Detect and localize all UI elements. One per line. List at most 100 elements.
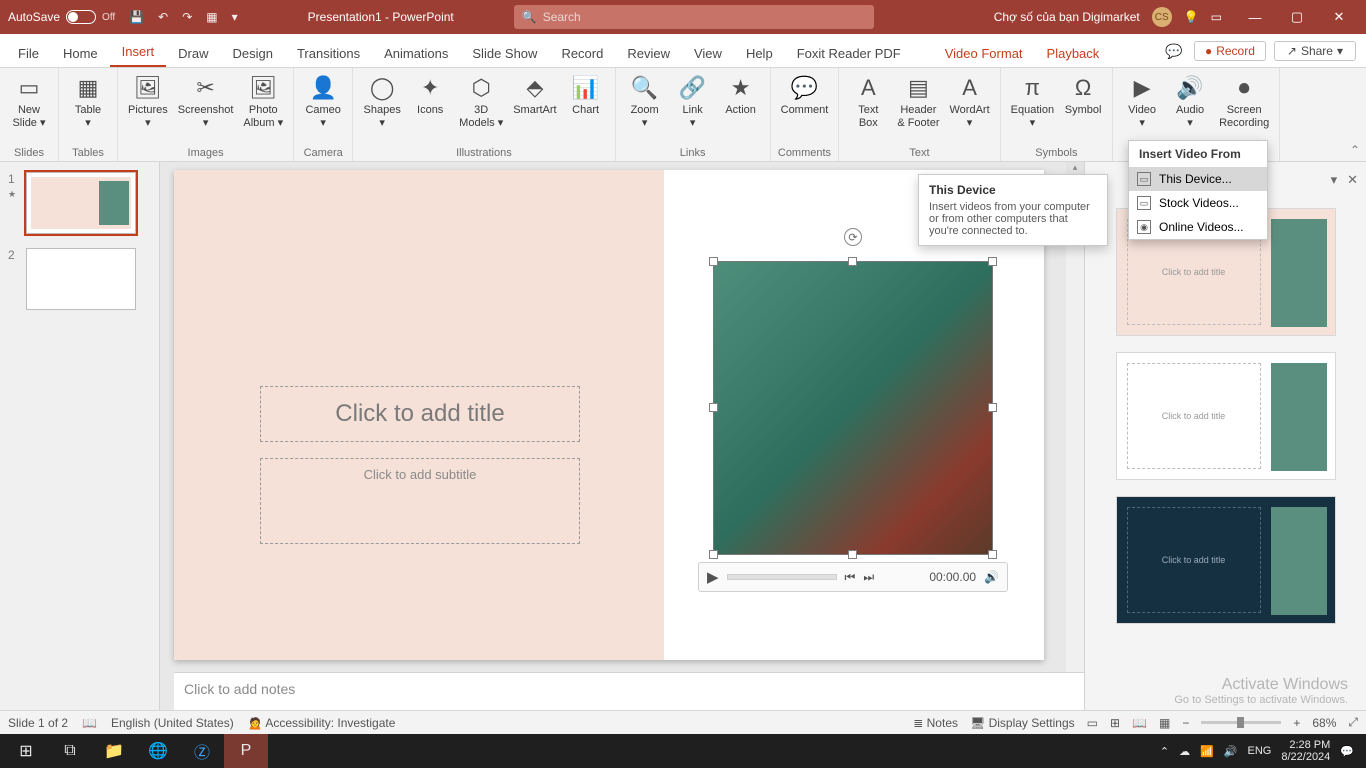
menu-item-this-device[interactable]: ▭This Device...: [1129, 167, 1267, 191]
zoom-slider[interactable]: [1201, 721, 1281, 724]
normal-view-icon[interactable]: ▭: [1087, 716, 1098, 730]
link-button[interactable]: 🔗Link▾: [670, 70, 716, 130]
tab-slideshow[interactable]: Slide Show: [460, 39, 549, 67]
wordart-button[interactable]: AWordArt▾: [946, 70, 994, 130]
comments-icon[interactable]: 💬: [1162, 39, 1186, 63]
smartart-button[interactable]: ⬘SmartArt: [509, 70, 560, 117]
tab-help[interactable]: Help: [734, 39, 785, 67]
new-slide-button[interactable]: ▭NewSlide ▾: [6, 70, 52, 130]
tab-playback[interactable]: Playback: [1035, 39, 1112, 67]
wifi-icon[interactable]: 📶: [1200, 745, 1214, 758]
resize-handle[interactable]: [709, 550, 718, 559]
thumbnail-1[interactable]: 1★: [8, 172, 151, 234]
subtitle-placeholder[interactable]: Click to add subtitle: [260, 458, 580, 544]
chrome-icon[interactable]: 🌐: [136, 734, 180, 768]
zoom-in-button[interactable]: +: [1293, 716, 1300, 730]
video-object[interactable]: ⟳: [714, 262, 992, 554]
zalo-icon[interactable]: Ⓩ: [180, 734, 224, 768]
autosave-toggle[interactable]: AutoSave Off: [8, 10, 115, 24]
symbol-button[interactable]: ΩSymbol: [1060, 70, 1106, 117]
tab-video-format[interactable]: Video Format: [933, 39, 1035, 67]
resize-handle[interactable]: [709, 403, 718, 412]
resize-handle[interactable]: [848, 257, 857, 266]
redo-icon[interactable]: ↷: [182, 10, 192, 24]
resize-handle[interactable]: [988, 403, 997, 412]
resize-handle[interactable]: [709, 257, 718, 266]
3d-models-button[interactable]: ⬡3DModels ▾: [455, 70, 507, 130]
display-settings-button[interactable]: 🖥 Display Settings: [970, 716, 1075, 730]
start-button[interactable]: ⊞: [4, 734, 48, 768]
tab-animations[interactable]: Animations: [372, 39, 460, 67]
design-idea-3[interactable]: Click to add title: [1116, 496, 1336, 624]
slide-canvas[interactable]: Click to add title Click to add subtitle…: [160, 162, 1084, 728]
save-icon[interactable]: 💾: [129, 10, 144, 24]
search-box[interactable]: 🔍: [514, 5, 874, 29]
record-button[interactable]: ● Record: [1194, 41, 1266, 61]
tab-record[interactable]: Record: [549, 39, 615, 67]
maximize-button[interactable]: ▢: [1276, 0, 1318, 34]
equation-button[interactable]: πEquation▾: [1007, 70, 1058, 130]
title-placeholder[interactable]: Click to add title: [260, 386, 580, 442]
header-footer-button[interactable]: ▤Header& Footer: [893, 70, 943, 130]
thumbnail-2[interactable]: 2: [8, 248, 151, 310]
photo-album-button[interactable]: 🖼PhotoAlbum ▾: [239, 70, 287, 130]
reading-view-icon[interactable]: 📖: [1132, 716, 1147, 730]
notifications-icon[interactable]: 💬: [1340, 745, 1354, 758]
system-clock[interactable]: 2:28 PM 8/22/2024: [1281, 739, 1330, 763]
volume-icon[interactable]: 🔊: [984, 570, 999, 584]
tab-home[interactable]: Home: [51, 39, 110, 67]
tab-transitions[interactable]: Transitions: [285, 39, 372, 67]
language-indicator[interactable]: English (United States): [111, 716, 234, 730]
screen-recording-button[interactable]: ⏺ScreenRecording: [1215, 70, 1273, 130]
pane-collapse-icon[interactable]: ▾: [1331, 172, 1338, 188]
menu-item-stock-videos[interactable]: ▭Stock Videos...: [1129, 191, 1267, 215]
step-forward-button[interactable]: ⏭: [863, 570, 874, 585]
sorter-view-icon[interactable]: ⊞: [1110, 716, 1120, 730]
slide-indicator[interactable]: Slide 1 of 2: [8, 716, 68, 730]
resize-handle[interactable]: [988, 257, 997, 266]
fit-window-icon[interactable]: ⤢: [1348, 715, 1358, 730]
slideshow-view-icon[interactable]: ▦: [1159, 716, 1170, 730]
resize-handle[interactable]: [848, 550, 857, 559]
pictures-button[interactable]: 🖼Pictures▾: [124, 70, 172, 130]
ribbon-mode-icon[interactable]: ▭: [1211, 10, 1222, 24]
resize-handle[interactable]: [988, 550, 997, 559]
tab-insert[interactable]: Insert: [110, 37, 167, 67]
notes-button[interactable]: ≣ Notes: [913, 716, 958, 730]
task-view-icon[interactable]: ⧉: [48, 734, 92, 768]
tab-foxit[interactable]: Foxit Reader PDF: [785, 39, 913, 67]
tray-volume-icon[interactable]: 🔊: [1224, 745, 1238, 758]
minimize-button[interactable]: —: [1234, 0, 1276, 34]
video-button[interactable]: ▶Video▾: [1119, 70, 1165, 130]
seek-bar[interactable]: [727, 574, 837, 580]
search-input[interactable]: [543, 10, 866, 24]
slideshow-icon[interactable]: ▦: [206, 10, 217, 24]
avatar[interactable]: CS: [1152, 7, 1172, 27]
chart-button[interactable]: 📊Chart: [563, 70, 609, 117]
qat-more-icon[interactable]: ▾: [232, 10, 238, 24]
ime-indicator[interactable]: ENG: [1248, 745, 1272, 757]
share-button[interactable]: ↗ Share ▾: [1274, 41, 1356, 61]
comment-button[interactable]: 💬Comment: [777, 70, 833, 117]
design-idea-2[interactable]: Click to add title: [1116, 352, 1336, 480]
accessibility-indicator[interactable]: 🙍 Accessibility: Investigate: [248, 716, 396, 730]
account-name[interactable]: Chợ số của bạn Digimarket: [994, 10, 1140, 24]
play-button[interactable]: ▶: [707, 568, 719, 586]
undo-icon[interactable]: ↶: [158, 10, 168, 24]
text-box-button[interactable]: ATextBox: [845, 70, 891, 130]
spellcheck-icon[interactable]: 📖: [82, 716, 97, 730]
tab-draw[interactable]: Draw: [166, 39, 220, 67]
file-explorer-icon[interactable]: 📁: [92, 734, 136, 768]
pane-close-icon[interactable]: ✕: [1347, 172, 1358, 188]
audio-button[interactable]: 🔊Audio▾: [1167, 70, 1213, 130]
lightbulb-icon[interactable]: 💡: [1184, 10, 1199, 24]
tab-view[interactable]: View: [682, 39, 734, 67]
vertical-scrollbar[interactable]: ▴ ▾: [1066, 162, 1084, 728]
rotate-handle-icon[interactable]: ⟳: [844, 228, 862, 246]
shapes-button[interactable]: ◯Shapes▾: [359, 70, 405, 130]
action-button[interactable]: ★Action: [718, 70, 764, 117]
onedrive-icon[interactable]: ☁: [1179, 745, 1190, 758]
close-button[interactable]: ✕: [1318, 0, 1360, 34]
cameo-button[interactable]: 👤Cameo▾: [300, 70, 346, 130]
step-back-button[interactable]: ⏮: [845, 570, 856, 585]
